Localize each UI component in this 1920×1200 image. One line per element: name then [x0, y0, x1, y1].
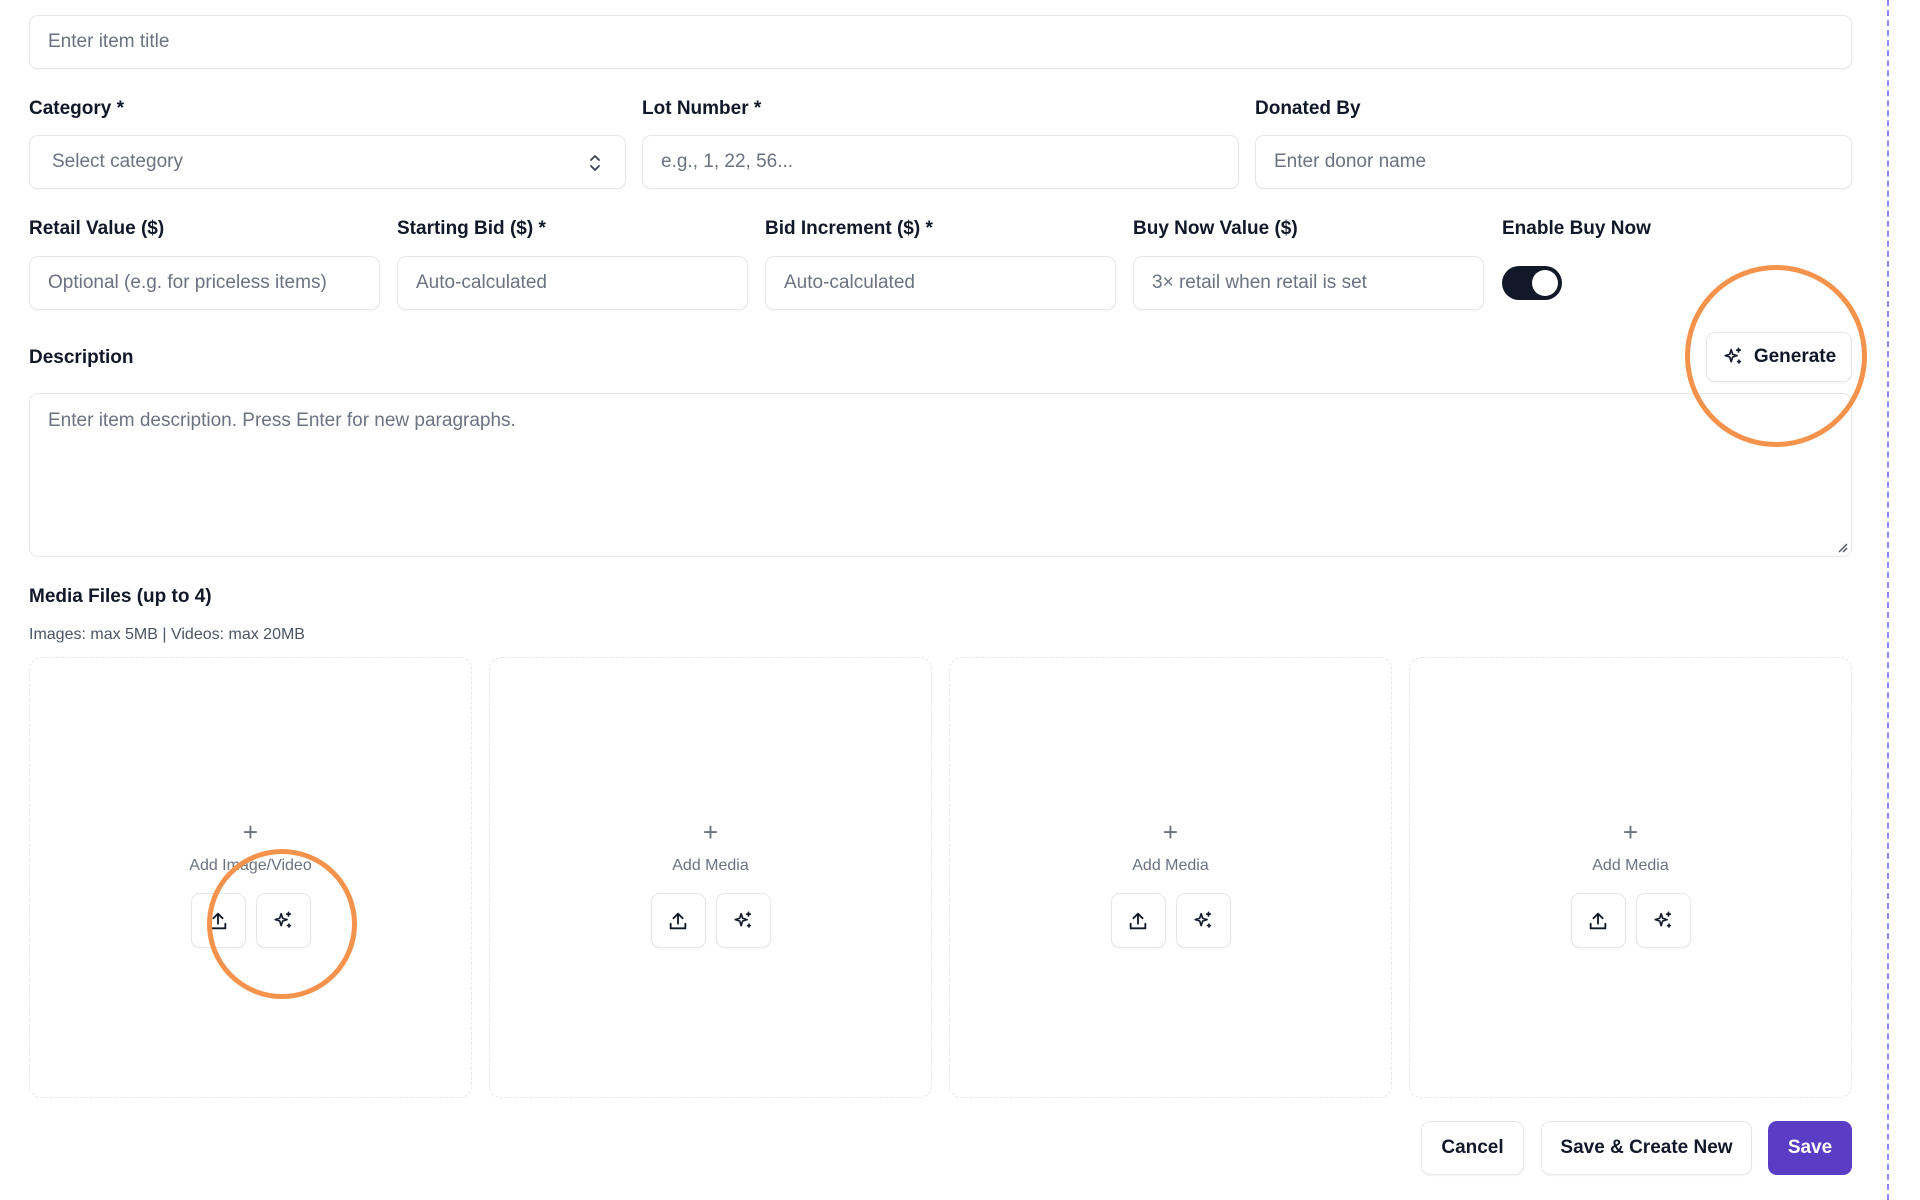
- media-slot-label: Add Image/Video: [189, 857, 312, 874]
- dashed-guide-line: [1887, 0, 1889, 1200]
- upload-button[interactable]: [1110, 893, 1166, 948]
- starting-bid-label: Starting Bid ($) *: [397, 218, 546, 239]
- media-slot[interactable]: + Add Media: [1409, 657, 1852, 1098]
- enable-buy-now-toggle[interactable]: [1502, 266, 1562, 300]
- lot-number-placeholder: e.g., 1, 22, 56...: [661, 151, 794, 172]
- generate-media-button[interactable]: [1175, 893, 1231, 948]
- media-slot-actions: [650, 893, 771, 948]
- starting-bid-input[interactable]: Auto-calculated: [397, 256, 748, 310]
- media-slot-actions: [1570, 893, 1691, 948]
- upload-button[interactable]: [190, 893, 246, 948]
- description-label: Description: [29, 347, 134, 368]
- sparkle-icon: [1654, 910, 1672, 928]
- media-slot-actions: [1110, 893, 1231, 948]
- category-label: Category *: [29, 98, 125, 119]
- description-placeholder: Enter item description. Press Enter for …: [48, 410, 516, 431]
- upload-button[interactable]: [1570, 893, 1626, 948]
- description-textarea[interactable]: Enter item description. Press Enter for …: [29, 393, 1852, 557]
- upload-icon: [209, 912, 227, 929]
- bid-increment-label: Bid Increment ($) *: [765, 218, 933, 239]
- resize-handle-icon[interactable]: [1836, 541, 1848, 553]
- media-slot-label: Add Media: [1592, 857, 1669, 874]
- media-slot-label: Add Media: [672, 857, 749, 874]
- category-placeholder: Select category: [52, 151, 183, 172]
- save-button[interactable]: Save: [1768, 1121, 1852, 1175]
- donated-by-placeholder: Enter donor name: [1274, 151, 1427, 172]
- generate-description-button[interactable]: Generate: [1706, 332, 1852, 382]
- retail-value-label: Retail Value ($): [29, 218, 165, 239]
- cancel-button[interactable]: Cancel: [1421, 1121, 1524, 1175]
- plus-icon: +: [1162, 817, 1179, 847]
- media-slot[interactable]: + Add Image/Video: [29, 657, 472, 1098]
- save-create-new-label: Save & Create New: [1560, 1137, 1733, 1158]
- plus-icon: +: [1622, 817, 1639, 847]
- enable-buy-now-label: Enable Buy Now: [1502, 218, 1651, 239]
- media-slot-content: + Add Media: [1410, 819, 1851, 948]
- generate-media-button[interactable]: [255, 893, 311, 948]
- media-files-label: Media Files (up to 4): [29, 586, 212, 607]
- chevron-up-down-icon: [590, 155, 600, 171]
- upload-button[interactable]: [650, 893, 706, 948]
- media-slot-label: Add Media: [1132, 857, 1209, 874]
- media-slot-content: + Add Media: [490, 819, 931, 948]
- buy-now-value-label: Buy Now Value ($): [1133, 218, 1298, 239]
- buy-now-value-placeholder: 3× retail when retail is set: [1152, 272, 1367, 293]
- toggle-knob: [1532, 270, 1558, 296]
- item-title-placeholder: Enter item title: [48, 31, 170, 52]
- media-slot[interactable]: + Add Media: [949, 657, 1392, 1098]
- save-create-new-button[interactable]: Save & Create New: [1541, 1121, 1752, 1175]
- generate-media-button[interactable]: [1635, 893, 1691, 948]
- donated-by-input[interactable]: Enter donor name: [1255, 135, 1852, 189]
- plus-icon: +: [702, 817, 719, 847]
- lot-number-label: Lot Number *: [642, 98, 762, 119]
- buy-now-value-input[interactable]: 3× retail when retail is set: [1133, 256, 1484, 310]
- bid-increment-placeholder: Auto-calculated: [784, 272, 915, 293]
- starting-bid-placeholder: Auto-calculated: [416, 272, 547, 293]
- cancel-label: Cancel: [1441, 1137, 1504, 1158]
- media-slot-content: + Add Image/Video: [30, 819, 471, 948]
- media-files-hint: Images: max 5MB | Videos: max 20MB: [29, 626, 305, 643]
- retail-value-input[interactable]: Optional (e.g. for priceless items): [29, 256, 380, 310]
- retail-value-placeholder: Optional (e.g. for priceless items): [48, 272, 327, 293]
- sparkle-icon: [1194, 910, 1212, 928]
- lot-number-input[interactable]: e.g., 1, 22, 56...: [642, 135, 1239, 189]
- item-title-input[interactable]: Enter item title: [29, 15, 1852, 69]
- plus-icon: +: [242, 817, 259, 847]
- donated-by-label: Donated By: [1255, 98, 1361, 119]
- upload-icon: [669, 912, 687, 929]
- upload-icon: [1589, 912, 1607, 929]
- generate-media-button[interactable]: [715, 893, 771, 948]
- category-select[interactable]: Select category: [29, 135, 626, 189]
- media-slot-content: + Add Media: [950, 819, 1391, 948]
- sparkle-icon: [274, 910, 292, 928]
- sparkle-icon: [734, 910, 752, 928]
- bid-increment-input[interactable]: Auto-calculated: [765, 256, 1116, 310]
- generate-label: Generate: [1753, 346, 1837, 367]
- media-slot[interactable]: + Add Media: [489, 657, 932, 1098]
- sparkle-icon: [1724, 347, 1741, 364]
- upload-icon: [1129, 912, 1147, 929]
- save-label: Save: [1787, 1137, 1833, 1158]
- media-slot-actions: [190, 893, 311, 948]
